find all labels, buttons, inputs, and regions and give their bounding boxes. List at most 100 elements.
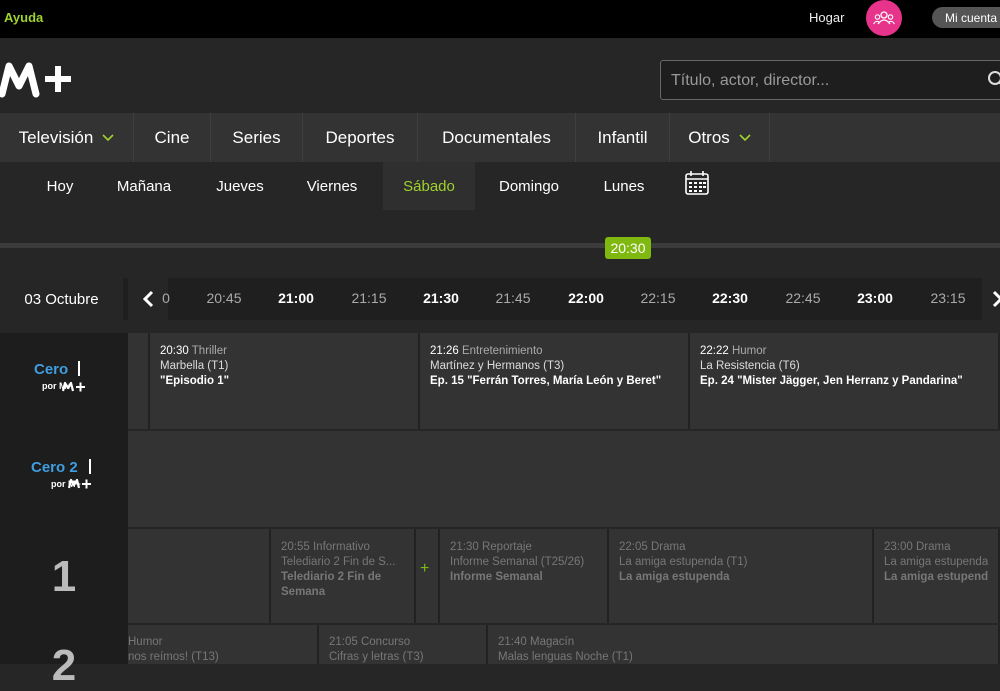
program-title: La amiga estupenda (T [884, 555, 988, 570]
program-cell[interactable] [128, 529, 271, 623]
tab-hoy[interactable]: Hoy [30, 162, 90, 210]
channel-cero2[interactable]: Cero 2 por M+ [0, 431, 128, 527]
program-cell[interactable]: 21:40 Magacín Malas lenguas Noche (T1) [488, 625, 1000, 664]
calendar-icon[interactable] [684, 170, 710, 196]
nav-item-cine[interactable]: Cine [134, 113, 211, 162]
program-genre: Drama [916, 541, 951, 553]
program-genre: Humor [732, 345, 767, 357]
nav-item-otros[interactable]: Otros [670, 113, 770, 162]
profile-avatar[interactable] [866, 0, 902, 36]
channel-logo-text: Cero [34, 361, 68, 378]
day-tabs: Hoy Mañana Jueves Viernes Sábado Domingo… [0, 162, 1000, 210]
home-link[interactable]: Hogar [809, 10, 844, 25]
nav-label: Televisión [19, 128, 94, 148]
program-cell[interactable]: 22:05 Drama La amiga estupenda (T1) La a… [609, 529, 874, 623]
program-genre: Informativo [313, 541, 370, 553]
channel-number: 2 [52, 641, 76, 691]
plus-icon: + [420, 561, 429, 576]
time-tick: 22:15 [628, 290, 688, 306]
program-cell[interactable]: 21:05 Concurso Cifras y letras (T3) [319, 625, 488, 664]
nav-item-deportes[interactable]: Deportes [303, 113, 418, 162]
time-tick: 21:15 [339, 290, 399, 306]
program-title: Martínez y Hermanos (T3) [430, 359, 678, 374]
program-cell[interactable]: 23:00 Drama La amiga estupenda (T La ami… [874, 529, 1000, 623]
program-title: Malas lenguas Noche (T1) [498, 650, 988, 664]
nav-item-infantil[interactable]: Infantil [576, 113, 670, 162]
channel-logo-text: Cero 2 [31, 459, 78, 476]
program-genre: Thriller [192, 345, 227, 357]
program-cell[interactable]: 22:22 Humor La Resistencia (T6) Ep. 24 "… [690, 333, 1000, 429]
program-cell[interactable]: + [416, 529, 440, 623]
tab-lunes[interactable]: Lunes [586, 162, 662, 210]
logo-bar [89, 459, 91, 474]
nav-item-series[interactable]: Series [211, 113, 303, 162]
program-genre: Entretenimiento [462, 345, 543, 357]
next-time-button[interactable] [982, 278, 1000, 320]
movistar-plus-logo[interactable] [0, 56, 74, 105]
tab-manana[interactable]: Mañana [104, 162, 184, 210]
program-title: La Resistencia (T6) [700, 359, 988, 374]
program-cell[interactable]: 20:55 Informativo Telediario 2 Fin de S.… [271, 529, 416, 623]
channel-la1[interactable]: 1 [0, 529, 128, 625]
chevron-right-icon [992, 290, 1000, 308]
program-cell[interactable] [128, 333, 150, 429]
channel-number: 1 [52, 552, 76, 602]
chevron-down-icon [739, 134, 751, 142]
channel-la2[interactable]: 2 [0, 627, 128, 687]
time-tick: 21:00 [266, 290, 326, 306]
program-time: 21:05 [329, 636, 358, 648]
program-row-cero: 20:30 Thriller Marbella (T1) "Episodio 1… [128, 333, 1000, 429]
search-input[interactable] [671, 70, 971, 92]
search-icon[interactable] [987, 70, 1000, 90]
nav-label: Documentales [442, 128, 551, 148]
time-slider-track[interactable] [0, 243, 1000, 248]
time-tick: 22:45 [773, 290, 833, 306]
program-row-la1: 20:55 Informativo Telediario 2 Fin de S.… [128, 529, 1000, 623]
program-time: 22:22 [700, 345, 729, 357]
program-title: Marbella (T1) [160, 359, 408, 374]
program-genre: Magacín [530, 636, 574, 648]
program-episode: La amiga estupenda [884, 570, 988, 585]
program-cell[interactable]: Humor nos reímos! (T13) [128, 625, 319, 664]
people-icon [873, 11, 895, 25]
header [0, 38, 1000, 113]
m-plus-small-icon [62, 381, 86, 392]
tab-viernes[interactable]: Viernes [292, 162, 372, 210]
account-button[interactable]: Mi cuenta [932, 7, 1000, 28]
nav-label: Cine [155, 128, 190, 148]
program-title: nos reímos! (T13) [128, 650, 307, 664]
time-tick: 20:45 [194, 290, 254, 306]
program-episode: Ep. 24 "Mister Jägger, Jen Herranz y Pan… [700, 374, 988, 389]
tab-jueves[interactable]: Jueves [200, 162, 280, 210]
program-genre: Humor [128, 636, 163, 648]
program-episode: Telediario 2 Fin de Semana [281, 570, 404, 600]
nav-item-documentales[interactable]: Documentales [418, 113, 576, 162]
nav-label: Infantil [597, 128, 647, 148]
program-time: 23:00 [884, 541, 913, 553]
program-cell[interactable]: 20:30 Thriller Marbella (T1) "Episodio 1… [150, 333, 420, 429]
tab-domingo[interactable]: Domingo [486, 162, 572, 210]
current-time-indicator[interactable]: 20:30 [605, 237, 651, 259]
program-cell[interactable]: 21:26 Entretenimiento Martínez y Hermano… [420, 333, 690, 429]
program-genre: Reportaje [482, 541, 532, 553]
nav-label: Deportes [326, 128, 395, 148]
search-box[interactable] [660, 60, 1000, 100]
program-episode: La amiga estupenda [619, 570, 862, 585]
program-cell[interactable]: 21:30 Reportaje Informe Semanal (T25/26)… [440, 529, 609, 623]
tab-sabado[interactable]: Sábado [383, 162, 475, 210]
nav-label: Series [232, 128, 280, 148]
program-episode: "Episodio 1" [160, 374, 408, 389]
time-tick: 23:15 [918, 290, 978, 306]
nav-item-television[interactable]: Televisión [0, 113, 134, 162]
time-tick: 22:00 [556, 290, 616, 306]
program-time: 21:26 [430, 345, 459, 357]
program-time: 21:40 [498, 636, 527, 648]
nav-label: Otros [688, 128, 730, 148]
program-time: 20:30 [160, 345, 189, 357]
program-row-la2: Humor nos reímos! (T13) 21:05 Concurso C… [128, 625, 1000, 664]
top-bar: Ayuda Hogar Mi cuenta [0, 0, 1000, 38]
time-tick: 23:00 [845, 290, 905, 306]
help-link[interactable]: Ayuda [4, 10, 43, 25]
program-genre: Drama [651, 541, 686, 553]
program-time: 21:30 [450, 541, 479, 553]
